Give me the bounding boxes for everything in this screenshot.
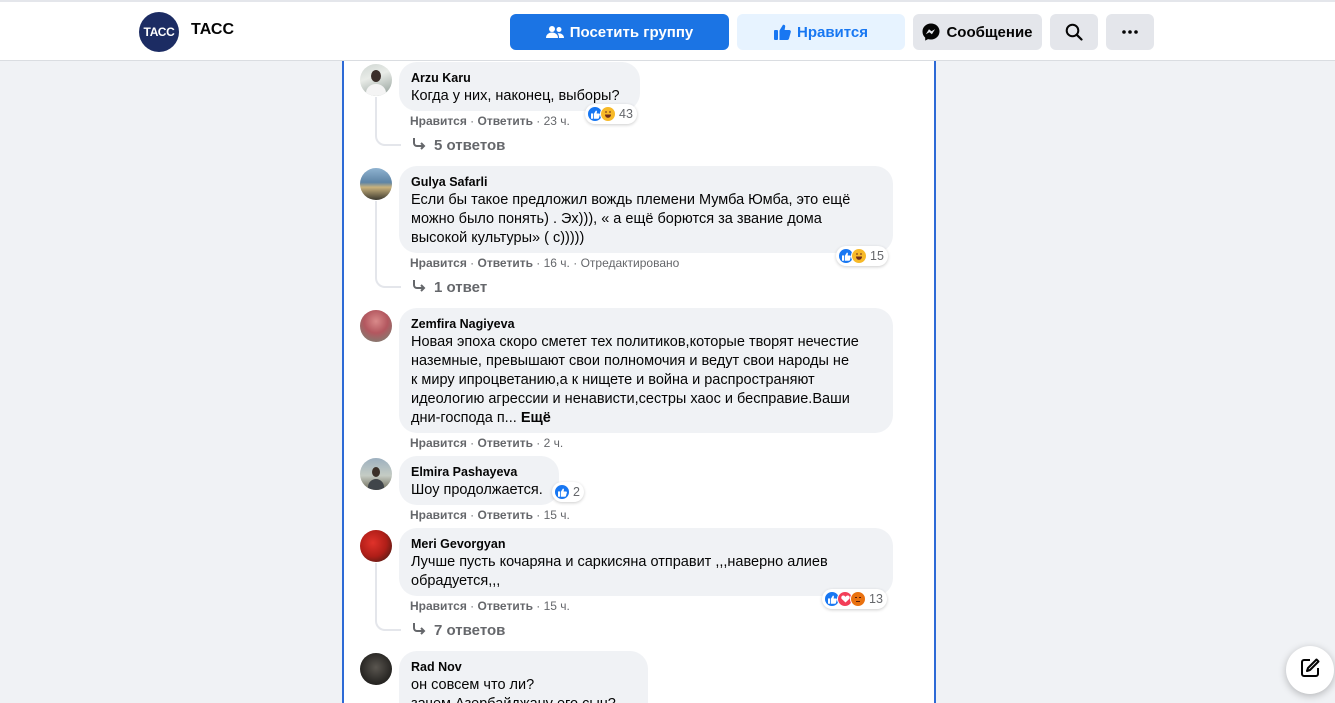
avatar[interactable] <box>360 168 392 200</box>
comment-actions: Нравится · Ответить · 16 ч. · Отредактир… <box>410 256 680 270</box>
tass-logo[interactable]: ТАСС <box>139 12 179 52</box>
like-link[interactable]: Нравится <box>410 256 467 270</box>
compose-icon <box>1299 657 1321 684</box>
reaction-badge[interactable]: 43 <box>585 104 637 124</box>
reaction-badge[interactable]: 2 <box>552 482 584 502</box>
like-page-label: Нравится <box>796 23 869 41</box>
comment-author[interactable]: Elmira Pashayeva <box>411 464 547 480</box>
comment-author[interactable]: Arzu Karu <box>411 70 628 86</box>
comment-actions: Нравится · Ответить · 23 ч. <box>410 114 570 128</box>
message-label: Сообщение <box>946 23 1033 41</box>
comment-text: Новая эпоха скоро сметет тех политиков,к… <box>411 333 881 428</box>
visit-group-button[interactable]: Посетить группу <box>510 14 729 50</box>
angry-icon <box>850 591 866 607</box>
avatar[interactable] <box>360 310 392 342</box>
reaction-badge[interactable]: 15 <box>836 246 888 266</box>
reply-link[interactable]: Ответить <box>478 256 533 270</box>
avatar[interactable] <box>360 530 392 562</box>
page-name[interactable]: ТАСС <box>191 21 234 39</box>
thread-line <box>375 97 401 146</box>
timestamp[interactable]: 15 ч. <box>544 599 570 613</box>
view-replies-button[interactable]: 5 ответов <box>412 137 505 154</box>
haha-icon <box>600 106 616 122</box>
page-header: ТАСС ТАСС Посетить группу Нравится Сообщ… <box>0 0 1335 61</box>
new-message-button[interactable] <box>1286 646 1334 694</box>
avatar[interactable] <box>360 64 392 96</box>
search-button[interactable] <box>1050 14 1098 50</box>
thread-line <box>375 563 401 631</box>
comment-bubble: Gulya Safarli Если бы такое предложил во… <box>399 166 893 253</box>
comment-text: он совсем что ли? зачем Азербайджану его… <box>411 677 616 703</box>
comment-text: Шоу продолжается. <box>411 482 543 498</box>
view-replies-button[interactable]: 1 ответ <box>412 279 487 296</box>
comments-panel: Arzu Karu Когда у них, наконец, выборы? … <box>342 61 936 703</box>
reply-arrow-icon <box>412 279 426 296</box>
like-link[interactable]: Нравится <box>410 114 467 128</box>
like-link[interactable]: Нравится <box>410 436 467 450</box>
reply-link[interactable]: Ответить <box>478 114 533 128</box>
reply-link[interactable]: Ответить <box>478 436 533 450</box>
avatar[interactable] <box>360 653 392 685</box>
comment-actions: Нравится · Ответить · 15 ч. <box>410 599 570 613</box>
edited-label: Отредактировано <box>580 256 680 270</box>
search-icon <box>1065 23 1083 41</box>
comment-actions: Нравится · Ответить · 15 ч. <box>410 508 570 522</box>
replies-label: 7 ответов <box>434 622 506 639</box>
message-button[interactable]: Сообщение <box>913 14 1042 50</box>
comment-bubble: Rad Nov он совсем что ли? зачем Азербайд… <box>399 651 648 703</box>
like-page-button[interactable]: Нравится <box>737 14 905 50</box>
timestamp[interactable]: 2 ч. <box>544 436 564 450</box>
group-icon <box>545 25 564 39</box>
view-replies-button[interactable]: 7 ответов <box>412 622 505 639</box>
replies-label: 5 ответов <box>434 137 506 154</box>
reply-arrow-icon <box>412 137 426 154</box>
like-icon <box>554 484 570 500</box>
more-dots-icon <box>1122 30 1138 34</box>
reaction-count: 2 <box>573 485 580 499</box>
comment-author[interactable]: Rad Nov <box>411 659 636 675</box>
comment-author[interactable]: Zemfira Nagiyeva <box>411 316 881 332</box>
avatar[interactable] <box>360 458 392 490</box>
timestamp[interactable]: 16 ч. <box>544 256 570 270</box>
comment-actions: Нравится · Ответить · 2 ч. <box>410 436 564 450</box>
thread-line <box>375 201 401 288</box>
comment-text-body: Новая эпоха скоро сметет тех политиков,к… <box>411 334 859 426</box>
thumbs-up-icon <box>773 24 791 40</box>
comment-bubble: Elmira Pashayeva Шоу продолжается. <box>399 456 559 505</box>
reaction-count: 15 <box>870 249 884 263</box>
haha-icon <box>851 248 867 264</box>
reaction-count: 43 <box>619 107 633 121</box>
more-options-button[interactable] <box>1106 14 1154 50</box>
comment-author[interactable]: Meri Gevorgyan <box>411 536 881 552</box>
comment-bubble: Zemfira Nagiyeva Новая эпоха скоро смете… <box>399 308 893 433</box>
comment-text: Лучше пусть кочаряна и саркисяна отправи… <box>411 554 828 589</box>
like-link[interactable]: Нравится <box>410 599 467 613</box>
reply-link[interactable]: Ответить <box>478 508 533 522</box>
messenger-icon <box>922 23 940 41</box>
like-link[interactable]: Нравится <box>410 508 467 522</box>
comment-author[interactable]: Gulya Safarli <box>411 174 881 190</box>
reply-arrow-icon <box>412 622 426 639</box>
reply-link[interactable]: Ответить <box>478 599 533 613</box>
visit-group-label: Посетить группу <box>569 23 694 41</box>
comment-bubble: Meri Gevorgyan Лучше пусть кочаряна и са… <box>399 528 893 596</box>
reaction-count: 13 <box>869 592 883 606</box>
replies-label: 1 ответ <box>434 279 488 296</box>
comment-text: Если бы такое предложил вождь племени Му… <box>411 192 851 246</box>
see-more-link[interactable]: Ещё <box>521 410 551 426</box>
timestamp[interactable]: 23 ч. <box>544 114 570 128</box>
timestamp[interactable]: 15 ч. <box>544 508 570 522</box>
reaction-badge[interactable]: 13 <box>822 589 887 609</box>
